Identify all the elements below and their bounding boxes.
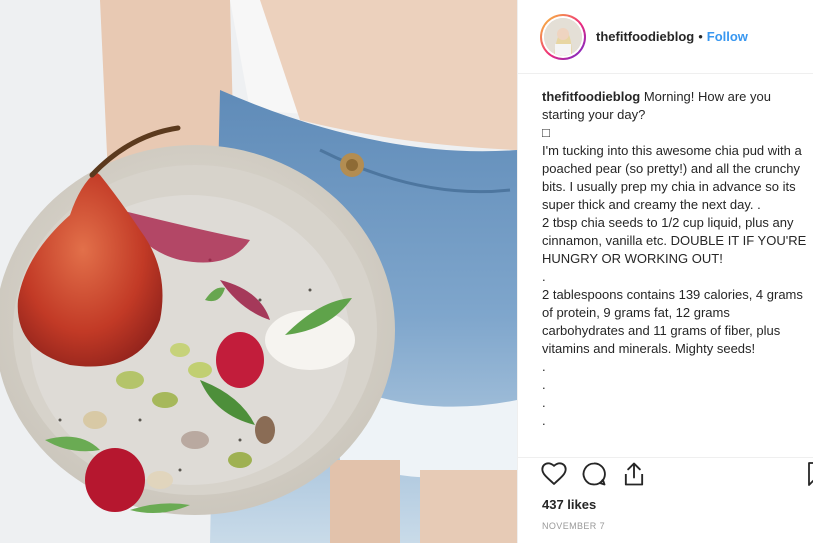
caption-line: I'm tucking into this awesome chia pud w… bbox=[542, 143, 806, 212]
follow-button[interactable]: Follow bbox=[707, 29, 748, 44]
post-photo[interactable] bbox=[0, 0, 517, 543]
avatar[interactable] bbox=[544, 17, 582, 56]
bookmark-icon[interactable] bbox=[805, 460, 813, 488]
post-header: thefitfoodieblog • Follow bbox=[518, 0, 813, 74]
caption-line: . bbox=[542, 377, 546, 392]
share-icon[interactable] bbox=[620, 460, 648, 488]
separator-dot: • bbox=[698, 29, 703, 44]
instagram-post: thefitfoodieblog • Follow thefitfoodiebl… bbox=[0, 0, 813, 543]
post-date[interactable]: NOVEMBER 7 bbox=[542, 521, 605, 531]
caption-line: . bbox=[542, 269, 546, 284]
comment-icon[interactable] bbox=[580, 460, 608, 488]
likes-count[interactable]: 437 likes bbox=[542, 497, 596, 512]
story-ring[interactable] bbox=[540, 13, 586, 60]
caption-line: 2 tbsp chia seeds to 1/2 cup liquid, plu… bbox=[542, 215, 810, 266]
caption-line: 2 tablespoons contains 139 calories, 4 g… bbox=[542, 287, 807, 356]
username-link[interactable]: thefitfoodieblog bbox=[596, 29, 694, 44]
post-image bbox=[0, 0, 517, 543]
heart-icon[interactable] bbox=[540, 460, 568, 488]
caption-line: . bbox=[542, 413, 546, 428]
actions-divider bbox=[518, 457, 813, 458]
caption-line: . bbox=[542, 359, 546, 374]
caption-username[interactable]: thefitfoodieblog bbox=[542, 89, 640, 104]
caption-line: . bbox=[542, 395, 546, 410]
avatar-image bbox=[544, 17, 582, 56]
post-caption: thefitfoodieblog Morning! How are you st… bbox=[542, 88, 810, 448]
caption-line: □ bbox=[542, 125, 550, 140]
